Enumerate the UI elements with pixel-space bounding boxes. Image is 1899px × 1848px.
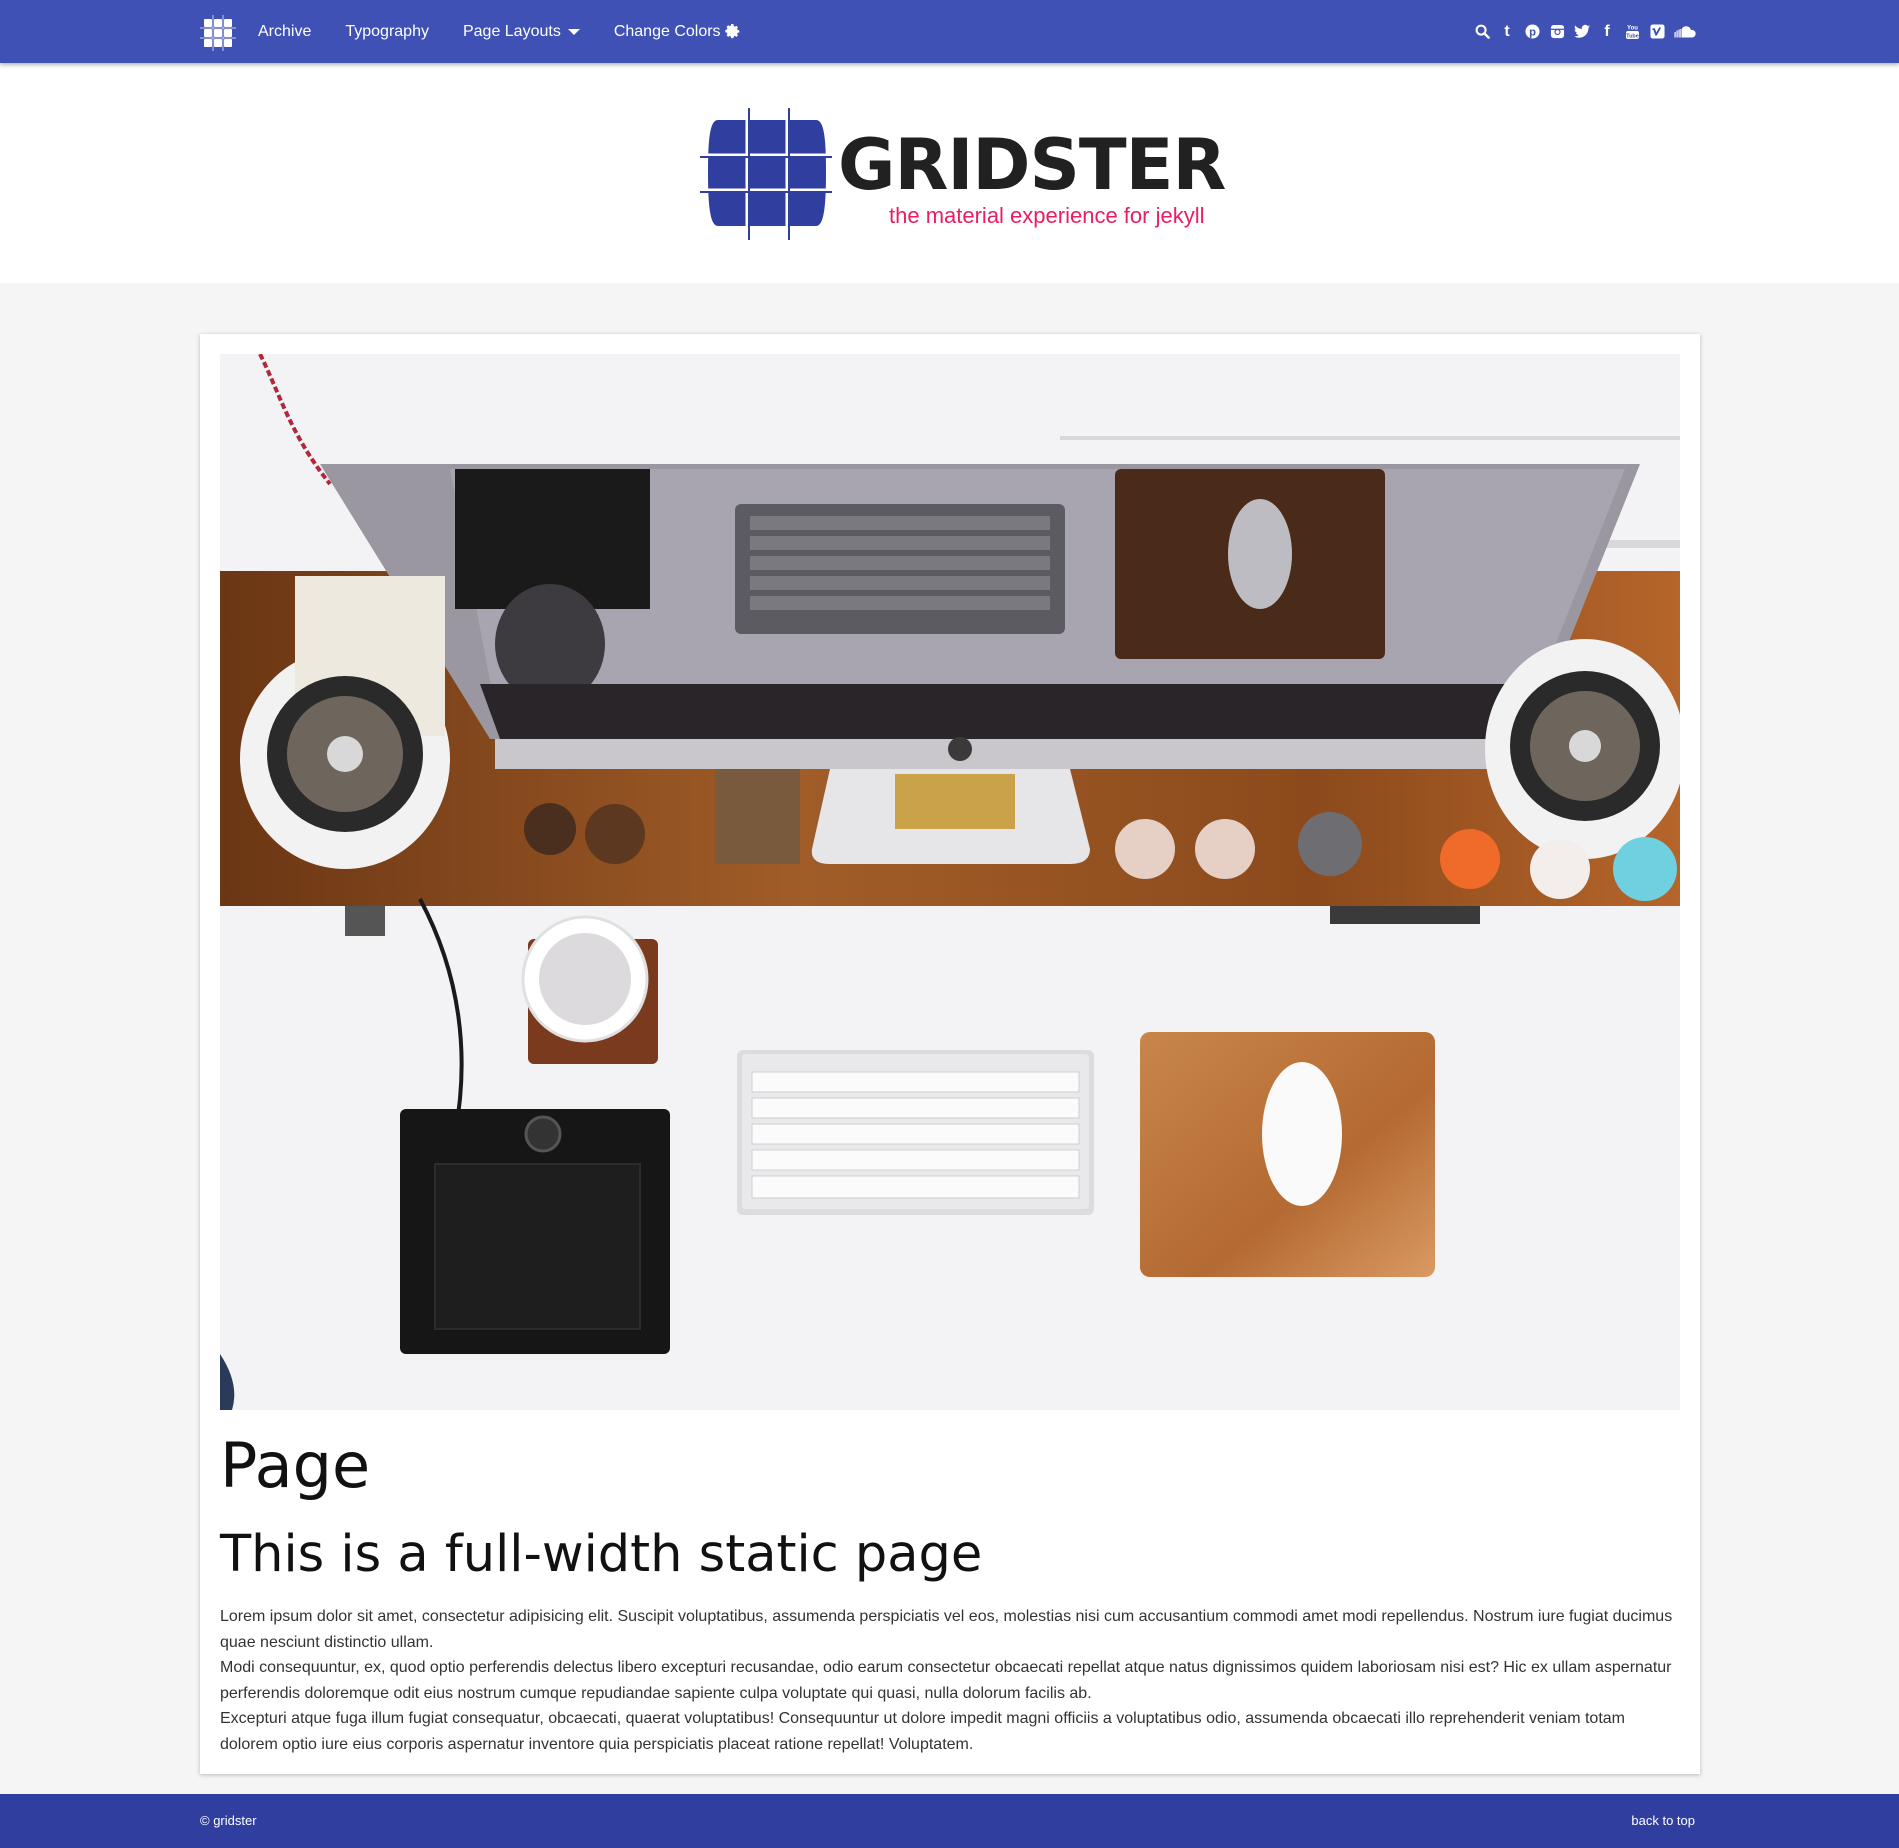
- tumblr-icon[interactable]: t: [1499, 23, 1515, 41]
- page-card: Page This is a full-width static page Lo…: [200, 334, 1700, 1774]
- facebook-icon[interactable]: f: [1599, 23, 1615, 41]
- pinterest-icon[interactable]: p: [1524, 23, 1540, 41]
- page-subtitle: This is a full-width static page: [220, 1525, 983, 1584]
- site-tagline: the material experience for jekyll: [889, 203, 1205, 228]
- paragraph: Lorem ipsum dolor sit amet, consectetur …: [220, 1608, 1673, 1651]
- paragraph: Modi consequuntur, ex, quod optio perfer…: [220, 1659, 1672, 1702]
- soundcloud-icon[interactable]: [1674, 23, 1698, 41]
- nav-page-layouts-label: Page Layouts: [462, 22, 561, 40]
- site-name[interactable]: GRIDSTER: [838, 130, 1226, 200]
- nav-change-colors-label: Change Colors: [613, 22, 721, 40]
- gridster-logo-mark[interactable]: [700, 108, 832, 240]
- svg-text:You: You: [1627, 25, 1638, 31]
- footer-copyright: © gridster: [200, 1813, 257, 1828]
- vimeo-icon[interactable]: [1649, 23, 1665, 41]
- nav-links: Archive Typography Page Layouts Change C…: [258, 0, 774, 63]
- back-to-top-link[interactable]: back to top: [1631, 1794, 1695, 1848]
- hero-image-desk-setup: [220, 354, 1680, 1410]
- page-body: Lorem ipsum dolor sit amet, consectetur …: [220, 1604, 1680, 1757]
- nav-change-colors[interactable]: Change Colors: [614, 23, 740, 41]
- search-icon[interactable]: [1474, 23, 1490, 41]
- gear-icon: [724, 24, 739, 39]
- caret-down-icon: [567, 28, 580, 35]
- social-links: t p f You Tube: [1465, 0, 1698, 63]
- paragraph: Excepturi atque fuga illum fugiat conseq…: [220, 1710, 1625, 1753]
- nav-page-layouts[interactable]: Page Layouts: [463, 23, 580, 41]
- site-footer: © gridster back to top: [0, 1794, 1899, 1848]
- instagram-icon[interactable]: [1549, 23, 1565, 41]
- youtube-icon[interactable]: You Tube: [1624, 23, 1640, 41]
- grid-icon[interactable]: [200, 15, 236, 51]
- top-navbar: Archive Typography Page Layouts Change C…: [0, 0, 1899, 63]
- twitter-icon[interactable]: [1574, 23, 1590, 41]
- nav-typography[interactable]: Typography: [345, 23, 429, 41]
- svg-text:Tube: Tube: [1626, 33, 1639, 39]
- page-title: Page: [220, 1429, 371, 1502]
- svg-text:p: p: [1529, 27, 1536, 39]
- nav-archive[interactable]: Archive: [258, 23, 311, 41]
